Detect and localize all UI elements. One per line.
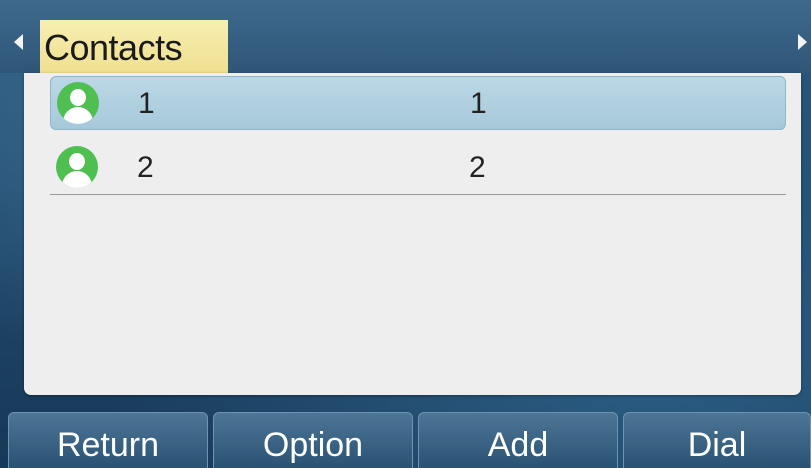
contact-number: 2 <box>469 151 486 184</box>
contact-avatar-icon <box>57 82 99 124</box>
arrow-left-icon[interactable] <box>14 34 23 50</box>
return-button[interactable]: Return <box>8 412 208 468</box>
dial-button[interactable]: Dial <box>623 412 811 468</box>
add-button[interactable]: Add <box>418 412 618 468</box>
title-bar: Contacts <box>0 0 811 73</box>
contact-name: 2 <box>137 151 154 184</box>
page-title: Contacts <box>40 20 228 73</box>
contact-name: 1 <box>138 87 155 120</box>
option-button[interactable]: Option <box>213 412 413 468</box>
contact-number: 1 <box>470 87 487 120</box>
contact-avatar-icon <box>56 146 98 188</box>
phone-screen: Contacts 1 1 2 2 Return Option Add Dial <box>0 0 811 468</box>
contact-row-1[interactable]: 1 1 <box>50 76 786 130</box>
contact-list: 1 1 2 2 <box>24 73 801 395</box>
arrow-right-icon[interactable] <box>798 34 807 50</box>
contact-row-2[interactable]: 2 2 <box>50 141 786 195</box>
